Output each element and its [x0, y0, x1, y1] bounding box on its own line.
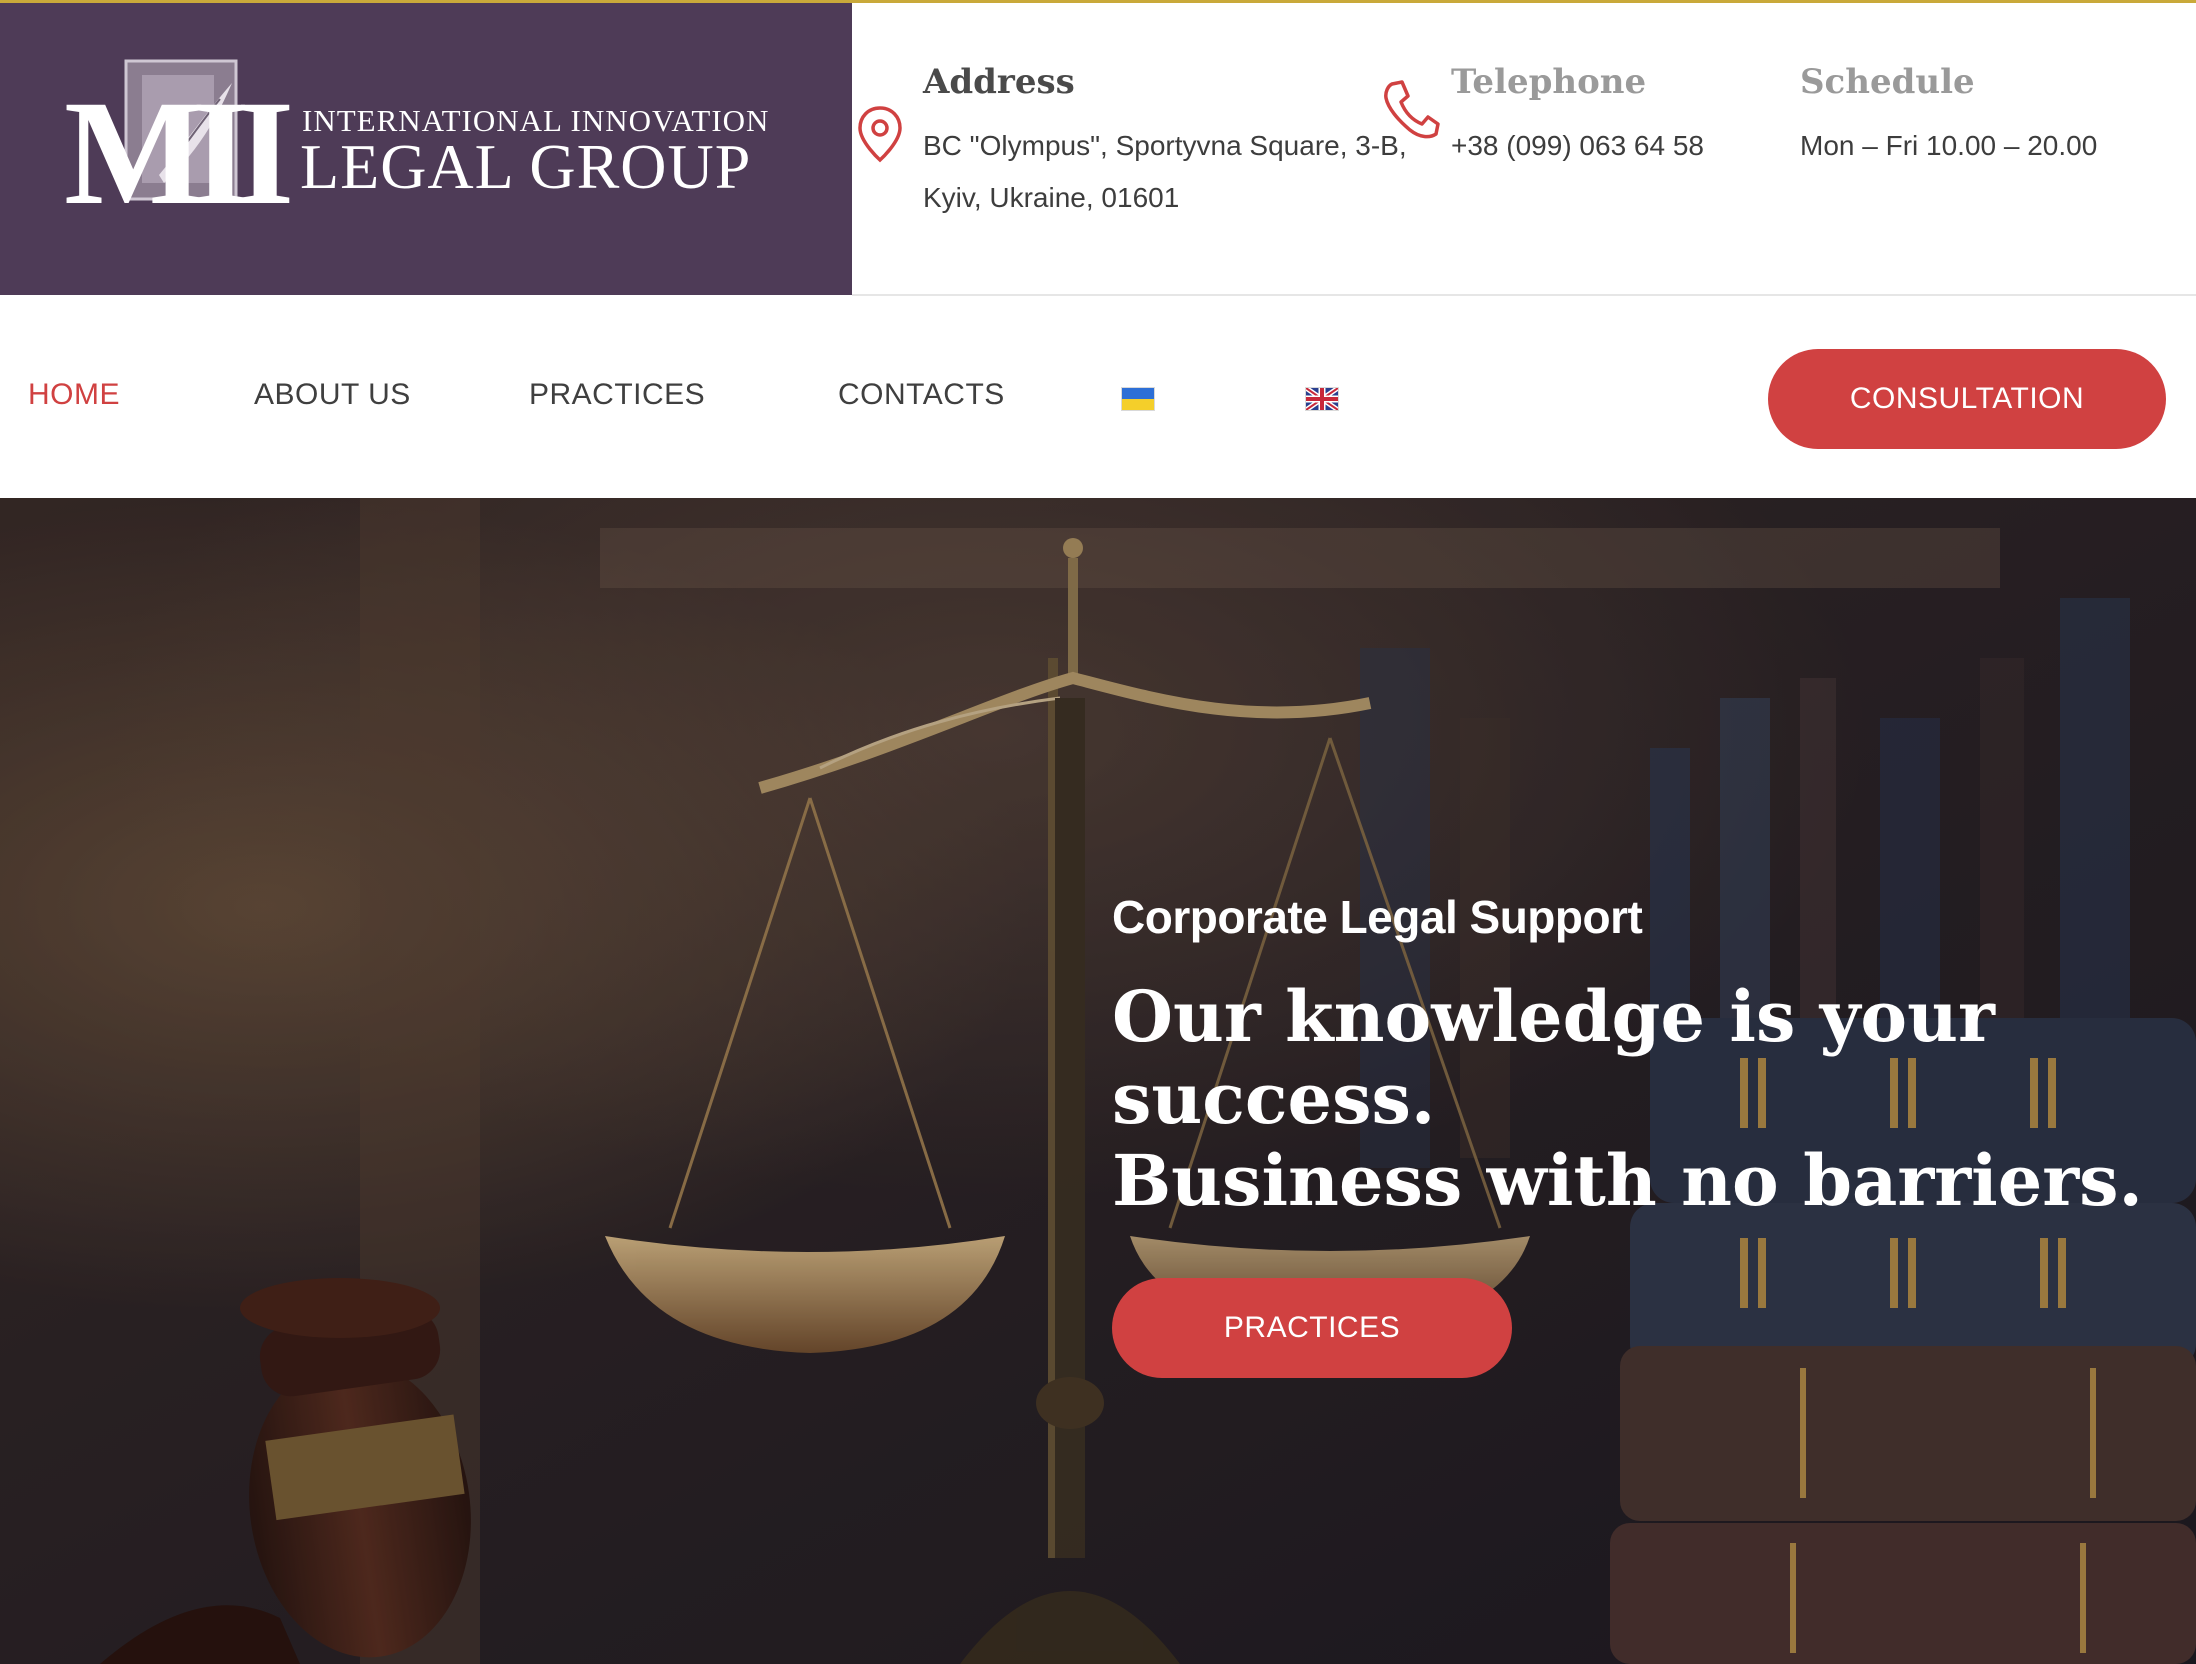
address-title: Address — [923, 62, 1075, 102]
consultation-button[interactable]: CONSULTATION — [1768, 349, 2166, 449]
nav-contacts[interactable]: CONTACTS — [838, 378, 1005, 412]
hero-headline: Our knowledge is your success. Business … — [1112, 976, 2172, 1222]
logo-panel[interactable]: MII INTERNATIONAL INNOVATION LEGAL GROUP — [0, 3, 852, 295]
nav-home[interactable]: HOME — [28, 378, 120, 412]
schedule-block: Schedule Mon – Fri 10.00 – 20.00 — [1800, 62, 2097, 172]
schedule-title: Schedule — [1800, 62, 1975, 102]
address-line-1: BC "Olympus", Sportyvna Square, 3-B, — [923, 130, 1407, 161]
address-line-2: Kyiv, Ukraine, 01601 — [923, 182, 1180, 213]
hero-headline-line-2: success. — [1112, 1057, 1436, 1140]
address-text: BC "Olympus", Sportyvna Square, 3-B, Kyi… — [923, 120, 1407, 224]
map-pin-icon — [858, 106, 902, 163]
hero-headline-line-3: Business with no barriers. — [1112, 1139, 2143, 1222]
hero-practices-button[interactable]: PRACTICES — [1112, 1278, 1512, 1378]
header-divider — [852, 294, 2196, 296]
logo-monogram-icon: MII — [64, 59, 294, 215]
telephone-block: Telephone +38 (099) 063 64 58 — [1451, 62, 1704, 172]
telephone-number[interactable]: +38 (099) 063 64 58 — [1451, 120, 1704, 172]
logo-name: LEGAL GROUP — [300, 131, 752, 202]
uk-flag-icon[interactable] — [1305, 387, 1339, 411]
address-block: Address BC "Olympus", Sportyvna Square, … — [923, 62, 1407, 224]
phone-icon — [1384, 80, 1440, 139]
hero-section: Corporate Legal Support Our knowledge is… — [0, 498, 2196, 1664]
nav-about-us[interactable]: ABOUT US — [254, 378, 411, 412]
schedule-hours: Mon – Fri 10.00 – 20.00 — [1800, 130, 2098, 161]
ukrainian-flag-icon[interactable] — [1121, 387, 1155, 411]
svg-text:MII: MII — [64, 70, 290, 215]
nav-practices[interactable]: PRACTICES — [529, 378, 705, 412]
telephone-title: Telephone — [1451, 62, 1647, 102]
hero-headline-line-1: Our knowledge is your — [1112, 975, 1995, 1058]
hero-kicker: Corporate Legal Support — [1112, 891, 1643, 943]
